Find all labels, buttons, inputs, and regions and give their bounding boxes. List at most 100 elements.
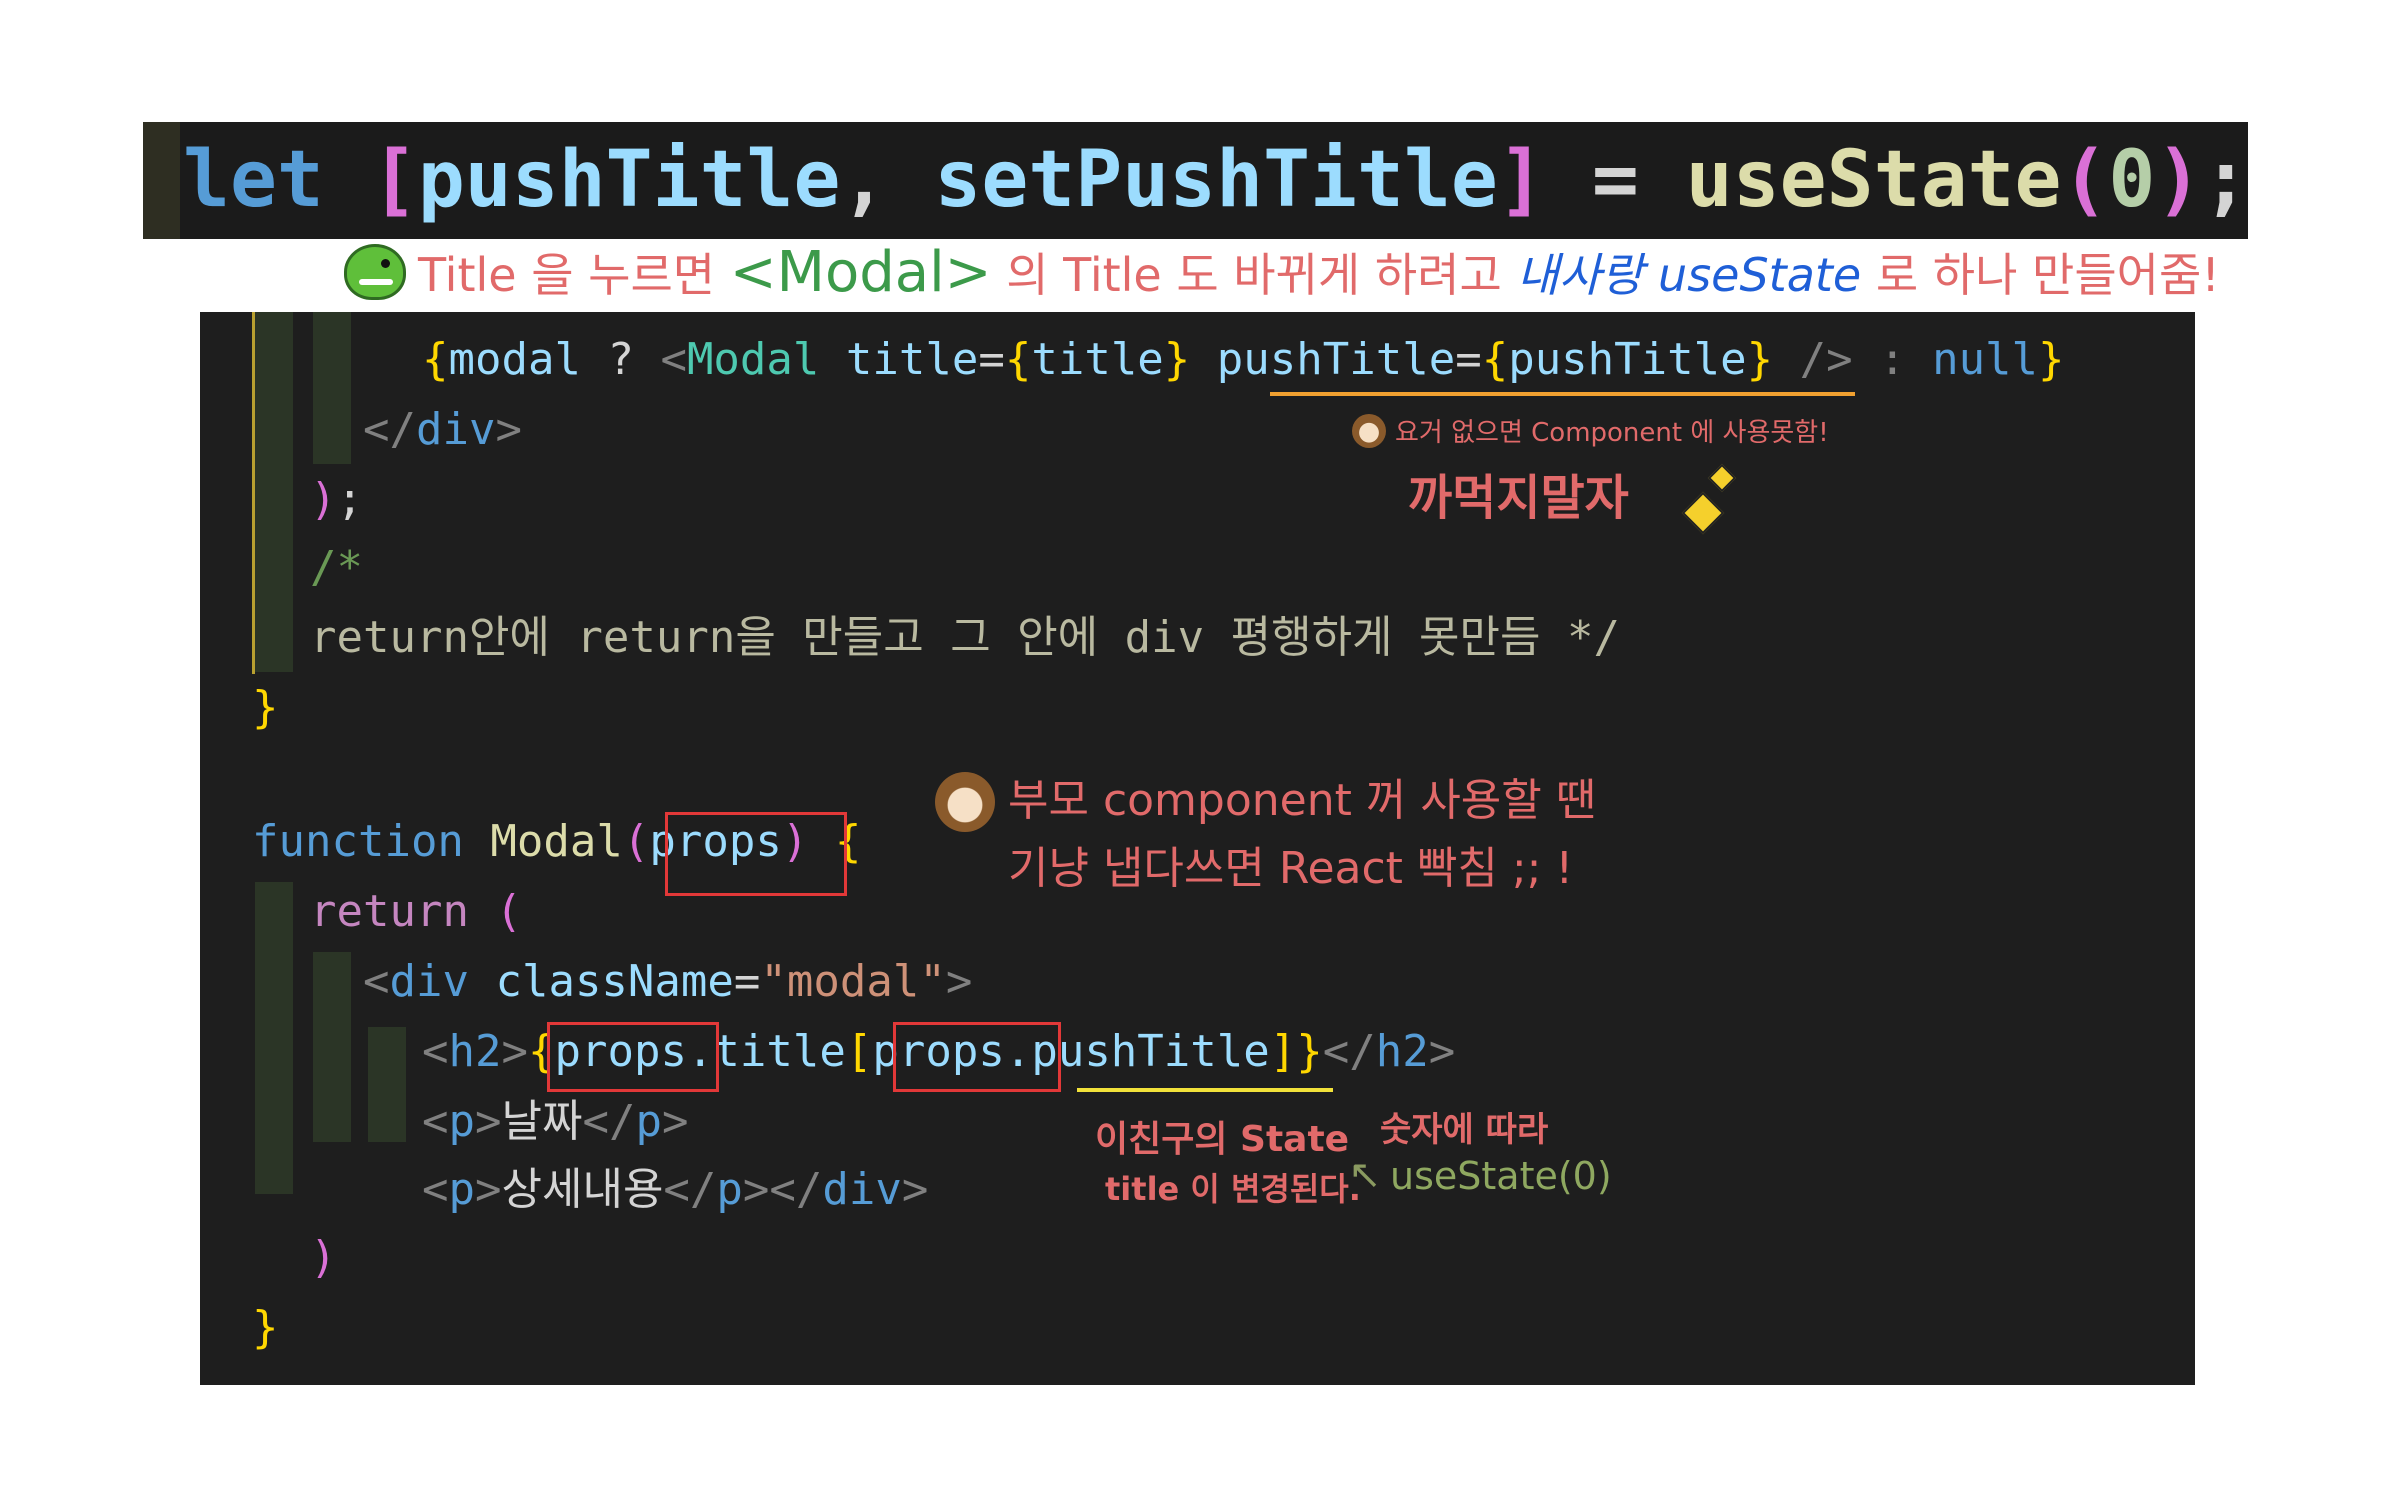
token: p (448, 1164, 476, 1215)
caption-part-5: 로 하나 만들어줌! (1861, 248, 2220, 302)
token-bracket-open: [ (370, 135, 418, 225)
token-use-state: useState (1685, 135, 2062, 225)
token-paren-close: ) (2155, 135, 2203, 225)
indent-guide (255, 312, 293, 672)
token: ( (622, 816, 650, 867)
token: h2 (1375, 1026, 1429, 1077)
token: > (1428, 1026, 1456, 1077)
token-semicolon: ; (2202, 135, 2250, 225)
token: < (422, 1164, 449, 1215)
token: } (252, 682, 279, 733)
token: </ (363, 404, 416, 455)
token: p (716, 1164, 743, 1215)
token-comma: , (840, 135, 935, 225)
code-line-div-close: </div> (363, 402, 522, 458)
token: pushTitle (1508, 334, 1747, 385)
top-code-strip: let [pushTitle, setPushTitle] = useState… (143, 122, 2250, 239)
token: title (819, 334, 979, 385)
token: Modal (686, 334, 820, 385)
indent-guide-highlight (252, 312, 255, 674)
token: = (978, 334, 1005, 385)
indent-guide (313, 952, 351, 1142)
token: </ (1322, 1026, 1376, 1077)
token: Modal (463, 816, 623, 867)
code-line-modal-render: {modal ? <Modal title={title} pushTitle=… (422, 332, 2065, 388)
token: } (252, 1302, 279, 1353)
token: ? (580, 334, 661, 385)
token: pushTitle (1190, 334, 1456, 385)
token-set-push-title: setPushTitle (934, 135, 1498, 225)
token: { (1004, 334, 1032, 385)
caption-modal-tag: <Modal> (729, 240, 992, 305)
token: ] (1269, 1026, 1297, 1077)
caption-part-1: Title 을 누르면 (418, 248, 730, 302)
token: return (310, 886, 469, 937)
annotation-arrow: ↖ (1348, 1152, 1382, 1198)
props-highlight-box (893, 1022, 1061, 1092)
token: 날짜 (501, 1096, 583, 1147)
token: div (415, 404, 496, 455)
token-let: let (183, 135, 371, 225)
token-equals: = (1544, 135, 1686, 225)
code-line-comment-open: /* (310, 540, 363, 596)
token: /* (310, 542, 363, 593)
token: < (422, 1026, 449, 1077)
code-line-div-open: <div className="modal"> (363, 954, 972, 1010)
token: } (2038, 334, 2065, 385)
sparkle-icon (1707, 463, 1737, 493)
annotation-use-state: useState(0) (1390, 1154, 1612, 1198)
push-title-underline (1270, 392, 1855, 396)
code-line-p-detail: <p>상세내용</p></div> (422, 1162, 928, 1218)
token: </ (582, 1096, 636, 1147)
token: div (822, 1164, 902, 1215)
code-line-paren-close: ) (310, 1230, 337, 1286)
chipmunk-sticker-icon (935, 772, 995, 832)
annotation-number-label: 숫자에 따라 (1380, 1110, 1549, 1150)
annotation-parent-line-2: 기냥 냅다쓰면 React 빡침 ;; ! (1008, 843, 1574, 894)
token: ( (468, 886, 522, 937)
push-title-underline (1077, 1088, 1333, 1092)
token: function (252, 816, 464, 867)
token: > (475, 1164, 502, 1215)
token: div (389, 956, 469, 1007)
code-editor-panel: {modal ? <Modal title={title} pushTitle=… (200, 312, 2195, 1385)
token: = (733, 956, 761, 1007)
token: > (945, 956, 973, 1007)
dinosaur-sticker-icon (344, 244, 406, 300)
token: > (901, 1164, 929, 1215)
token: h2 (448, 1026, 502, 1077)
token: title (1031, 334, 1164, 385)
token: modal (448, 334, 581, 385)
token: { (1481, 334, 1509, 385)
indent-guide (313, 312, 351, 464)
token: 상세내용 (501, 1164, 664, 1215)
token: } (1296, 1026, 1323, 1077)
token: [ (845, 1026, 873, 1077)
token: null (1932, 334, 2039, 385)
token-bracket-close: ] (1497, 135, 1545, 225)
token: p (448, 1096, 476, 1147)
indent-guide (255, 882, 293, 1194)
code-line-return: return ( (310, 884, 522, 940)
token: ) (310, 1232, 337, 1283)
token: > (495, 404, 522, 455)
annotation-state-line-1: 이친구의 State (1095, 1119, 1350, 1160)
code-line-comment-text: return안에 return을 만들고 그 안에 div 평행하게 못만듬 *… (310, 610, 1620, 666)
annotation-parent-line-1: 부모 component 꺼 사용할 땐 (1008, 775, 1597, 826)
sparkle-icon (1681, 491, 1725, 535)
token: { (422, 334, 449, 385)
props-highlight-box (547, 1022, 719, 1092)
token: > (475, 1096, 502, 1147)
token: ) (310, 474, 337, 525)
token-zero: 0 (2108, 135, 2156, 225)
token: /> : (1773, 334, 1933, 385)
token: } (1746, 334, 1774, 385)
caption-annotation: Title 을 누르면 <Modal> 의 Title 도 바뀌게 하려고 내사… (418, 238, 2220, 308)
token: < (660, 334, 687, 385)
caption-use-state-love: 내사랑 useState (1516, 248, 1862, 302)
token: className (468, 956, 734, 1007)
caption-part-3: 의 Title 도 바뀌게 하려고 (991, 248, 1517, 302)
code-line-paren-close: ); (310, 472, 363, 528)
chipmunk-sticker-icon (1352, 414, 1386, 448)
line-gutter (143, 122, 180, 239)
